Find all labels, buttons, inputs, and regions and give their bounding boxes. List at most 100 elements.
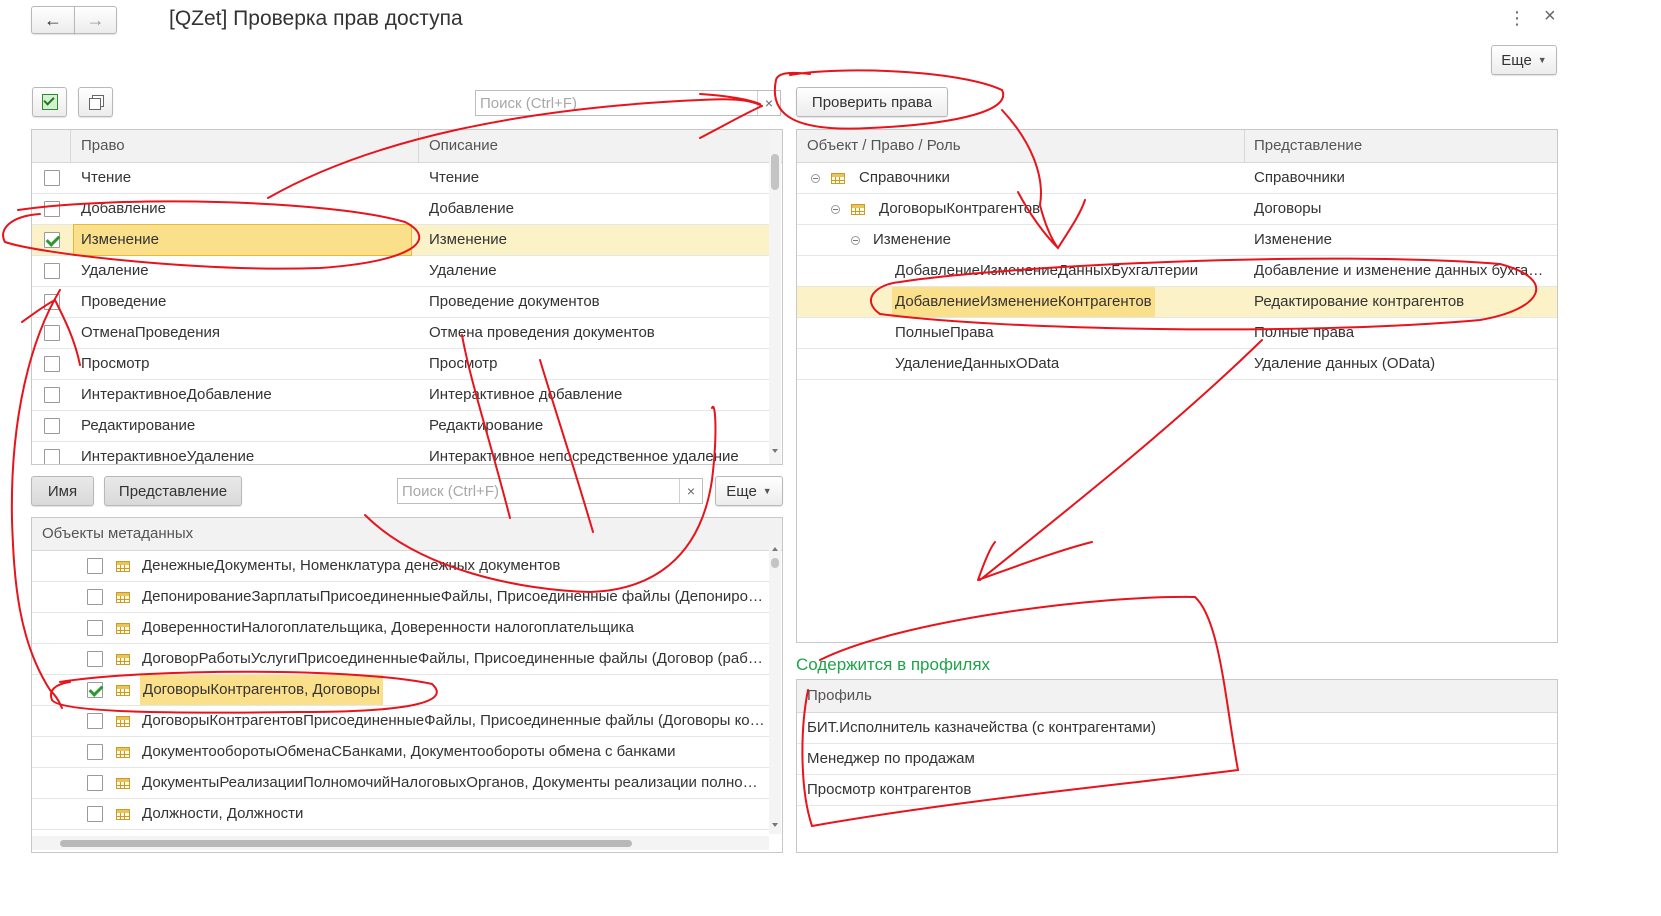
profile-row[interactable]: БИТ.Исполнитель казначейства (с контраге… xyxy=(797,713,1557,744)
clear-objects-search-icon[interactable]: × xyxy=(679,479,702,503)
right-checkbox[interactable] xyxy=(44,201,60,217)
profile-row[interactable]: Менеджер по продажам xyxy=(797,744,1557,775)
object-checkbox[interactable] xyxy=(87,558,103,574)
collapse-icon[interactable] xyxy=(831,205,840,214)
back-button[interactable]: ← xyxy=(31,6,75,34)
object-row[interactable]: ДокументооборотыОбменаСБанками, Документ… xyxy=(32,737,769,768)
rights-row[interactable]: Удаление Удаление xyxy=(32,256,769,287)
rights-tree: Объект / Право / Роль Представление Спра… xyxy=(796,129,1558,643)
rights-row[interactable]: Изменение Изменение xyxy=(32,224,769,256)
right-name: Просмотр xyxy=(81,355,150,372)
name-button[interactable]: Имя xyxy=(31,476,94,506)
right-checkbox[interactable] xyxy=(44,418,60,434)
tree-node-representation: Удаление данных (OData) xyxy=(1254,355,1436,372)
rights-row[interactable]: Чтение Чтение xyxy=(32,163,769,194)
right-checkbox[interactable] xyxy=(44,170,60,186)
rights-row[interactable]: Просмотр Просмотр xyxy=(32,349,769,380)
arrow-left-icon: ← xyxy=(44,9,62,30)
object-checkbox[interactable] xyxy=(87,775,103,791)
object-checkbox[interactable] xyxy=(87,682,103,698)
object-checkbox[interactable] xyxy=(87,806,103,822)
right-checkbox[interactable] xyxy=(44,387,60,403)
profile-row[interactable]: Просмотр контрагентов xyxy=(797,775,1557,806)
tree-row[interactable]: Изменение Изменение xyxy=(797,225,1557,256)
right-description: Проведение документов xyxy=(429,293,600,310)
object-label: ДоговорРаботыУслугиПрисоединенныеФайлы, … xyxy=(142,650,767,667)
object-checkbox[interactable] xyxy=(87,651,103,667)
collapse-icon[interactable] xyxy=(811,174,820,183)
object-row[interactable]: ДоговорРаботыУслугиПрисоединенныеФайлы, … xyxy=(32,644,769,675)
check-all-button[interactable] xyxy=(32,87,67,117)
rights-search[interactable]: × xyxy=(475,90,781,116)
tree-row[interactable]: УдалениеДанныхOData Удаление данных (ODat… xyxy=(797,349,1557,380)
object-row[interactable]: ДоговорыКонтрагентов, Договоры xyxy=(32,675,769,706)
check-rights-button[interactable]: Проверить права xyxy=(796,87,948,117)
rights-row[interactable]: Проведение Проведение документов xyxy=(32,287,769,318)
column-profile[interactable]: Профиль xyxy=(807,680,872,712)
object-row[interactable]: Должности, Должности xyxy=(32,799,769,830)
collapse-icon[interactable] xyxy=(851,236,860,245)
tree-node-name: ПолныеПрава xyxy=(895,324,994,341)
object-row[interactable]: ДепонированиеЗарплатыПрисоединенныеФайлы… xyxy=(32,582,769,613)
rights-row[interactable]: Редактирование Редактирование xyxy=(32,411,769,442)
table-icon xyxy=(851,204,865,215)
object-label: ДокументооборотыОбменаСБанками, Документ… xyxy=(142,743,676,760)
rights-scroll-thumb[interactable] xyxy=(771,154,779,190)
object-row[interactable]: ДокументыРеализацииПолномочийНалоговыхОр… xyxy=(32,768,769,799)
object-checkbox[interactable] xyxy=(87,744,103,760)
rights-row[interactable]: ИнтерактивноеДобавление Интерактивное доб… xyxy=(32,380,769,411)
tree-row[interactable]: ДобавлениеИзменениеДанныхБухгалтерии Доба… xyxy=(797,256,1557,287)
column-object-right-role[interactable]: Объект / Право / Роль xyxy=(807,130,961,162)
objects-search-input[interactable] xyxy=(398,479,679,503)
right-checkbox[interactable] xyxy=(44,294,60,310)
clear-search-icon[interactable]: × xyxy=(757,91,780,115)
table-icon xyxy=(116,561,130,572)
close-icon[interactable]: × xyxy=(1544,6,1560,26)
rights-row[interactable]: ОтменаПроведения Отмена проведения докуме… xyxy=(32,318,769,349)
right-checkbox[interactable] xyxy=(44,232,60,248)
column-description[interactable]: Описание xyxy=(429,130,498,162)
objects-table: Объекты метаданных ДенежныеДокументы, Но… xyxy=(31,517,783,853)
objects-search[interactable]: × xyxy=(397,478,703,504)
objects-hscroll-thumb[interactable] xyxy=(60,840,632,847)
right-description: Удаление xyxy=(429,262,497,279)
right-checkbox[interactable] xyxy=(44,449,60,464)
rights-row[interactable]: ИнтерактивноеУдаление Интерактивное непос… xyxy=(32,442,769,464)
object-checkbox[interactable] xyxy=(87,589,103,605)
right-checkbox[interactable] xyxy=(44,356,60,372)
representation-button[interactable]: Представление xyxy=(104,476,242,506)
tree-row[interactable]: ДоговорыКонтрагентов Договоры xyxy=(797,194,1557,225)
forward-button[interactable]: → xyxy=(74,6,117,34)
tree-row[interactable]: ДобавлениеИзменениеКонтрагентов Редактиро… xyxy=(797,287,1557,318)
right-description: Редактирование xyxy=(429,417,544,434)
column-metadata-objects[interactable]: Объекты метаданных xyxy=(42,518,193,550)
tree-node-name: УдалениеДанныхOData xyxy=(895,355,1060,372)
object-row[interactable]: ДоверенностиНалогоплательщика, Доверенно… xyxy=(32,613,769,644)
objects-vscroll-thumb[interactable] xyxy=(771,558,779,568)
right-checkbox[interactable] xyxy=(44,325,60,341)
kebab-menu-icon[interactable]: ⋮ xyxy=(1508,9,1526,29)
table-icon xyxy=(116,716,130,727)
object-row[interactable]: ДоговорыКонтрагентовПрисоединенныеФайлы,… xyxy=(32,706,769,737)
tree-row[interactable]: ПолныеПрава Полные права xyxy=(797,318,1557,349)
object-checkbox[interactable] xyxy=(87,713,103,729)
representation-button-label: Представление xyxy=(118,482,228,500)
uncheck-all-button[interactable] xyxy=(78,87,113,117)
object-checkbox[interactable] xyxy=(87,620,103,636)
more-button-objects[interactable]: Еще ▼ xyxy=(715,476,783,506)
more-button-top[interactable]: Еще ▼ xyxy=(1491,45,1557,75)
objects-hscrollbar[interactable] xyxy=(32,836,769,850)
tree-row[interactable]: Справочники Справочники xyxy=(797,163,1557,194)
rights-row[interactable]: Добавление Добавление xyxy=(32,194,769,225)
right-description: Интерактивное добавление xyxy=(429,386,623,403)
rights-scrollbar[interactable] xyxy=(769,130,781,464)
column-representation[interactable]: Представление xyxy=(1254,130,1362,162)
rights-search-input[interactable] xyxy=(476,91,757,115)
object-row[interactable]: ДенежныеДокументы, Номенклатура денежных… xyxy=(32,551,769,582)
right-description: Просмотр xyxy=(429,355,498,372)
tree-node-name: ДоговорыКонтрагентов xyxy=(879,200,1041,217)
objects-vscrollbar[interactable] xyxy=(769,544,781,834)
tree-node-representation: Полные права xyxy=(1254,324,1355,341)
right-checkbox[interactable] xyxy=(44,263,60,279)
column-right[interactable]: Право xyxy=(81,130,125,162)
